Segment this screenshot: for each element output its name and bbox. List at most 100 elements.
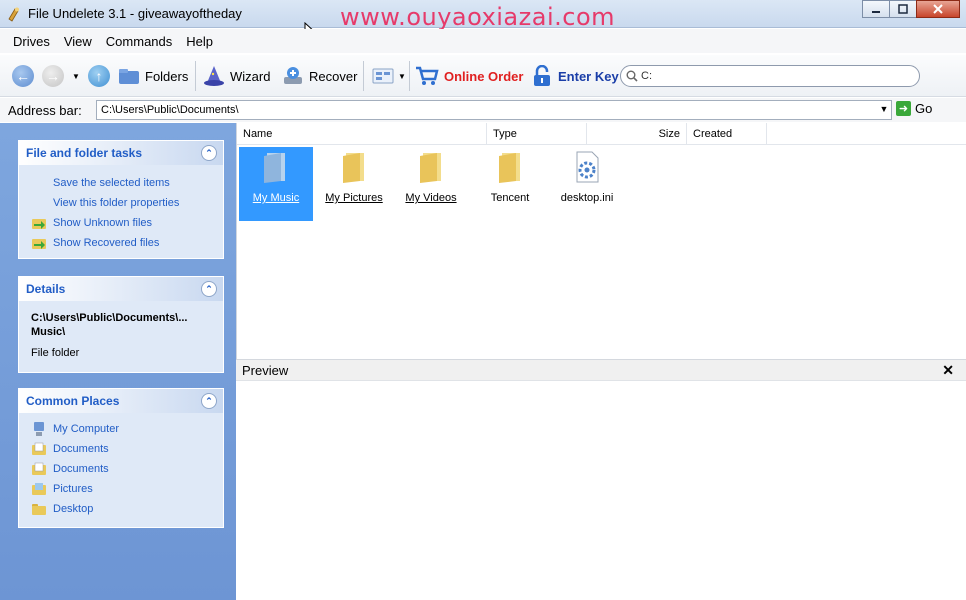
recover-label: Recover [309, 68, 358, 84]
preview-area [236, 381, 966, 600]
collapse-icon[interactable]: ⌃ [201, 145, 217, 161]
up-button[interactable]: ↑ [88, 63, 110, 89]
close-icon [933, 4, 943, 14]
file-item-tencent[interactable]: Tencent [473, 147, 547, 221]
menu-view[interactable]: View [57, 34, 99, 49]
chevron-down-icon: ▼ [72, 71, 80, 81]
shopping-cart-icon [416, 66, 439, 85]
menu-help[interactable]: Help [179, 34, 220, 49]
folder-icon [420, 153, 441, 183]
enter-key-button[interactable]: Enter Key [531, 63, 619, 89]
computer-icon [34, 422, 44, 436]
place-pictures[interactable]: Pictures [31, 479, 213, 499]
task-show-unknown[interactable]: Show Unknown files [31, 213, 213, 233]
preview-title: Preview [242, 363, 289, 378]
column-header: Name Type Size Created [237, 123, 966, 145]
wizard-hat-icon [204, 66, 224, 86]
history-dropdown[interactable]: ▼ [72, 63, 80, 89]
place-documents[interactable]: Documents [31, 459, 213, 479]
minimize-button[interactable] [862, 0, 890, 18]
tasks-panel-title: File and folder tasks [26, 146, 143, 160]
column-size[interactable]: Size [587, 123, 687, 145]
pictures-folder-icon [32, 483, 46, 495]
toolbar-separator [409, 61, 410, 91]
forward-button[interactable]: → [42, 63, 64, 89]
menu-drives[interactable]: Drives [6, 34, 57, 49]
details-panel: Details ⌃ C:\Users\Public\Documents\... … [18, 276, 224, 373]
window-controls [862, 0, 960, 20]
app-icon [8, 7, 19, 22]
back-button[interactable]: ← [12, 63, 34, 89]
title-bar: File Undelete 3.1 - giveawayoftheday www… [0, 0, 966, 31]
address-input[interactable]: C:\Users\Public\Documents\ [96, 100, 892, 120]
enter-key-label: Enter Key [558, 68, 619, 84]
file-name: My Videos [405, 192, 457, 204]
place-my-computer[interactable]: My Computer [31, 419, 213, 439]
tasks-panel-header[interactable]: File and folder tasks ⌃ [19, 141, 223, 165]
go-button[interactable]: ➜ Go [896, 101, 932, 116]
green-arrow-folder-icon [32, 239, 46, 249]
task-save-selected[interactable]: Save the selected items [31, 173, 213, 193]
task-pane: File and folder tasks ⌃ Save the selecte… [0, 123, 236, 600]
file-name: My Music [252, 192, 300, 204]
close-button[interactable] [916, 0, 960, 18]
watermark: www.ouyaoxiazai.com [340, 3, 615, 31]
places-panel: Common Places ⌃ My Computer Documents Do… [18, 388, 224, 528]
search-value: C: [641, 70, 652, 82]
maximize-button[interactable] [889, 0, 917, 18]
up-arrow-icon: ↑ [88, 65, 110, 87]
details-type: File folder [31, 347, 80, 359]
padlock-icon [534, 65, 550, 86]
places-panel-header[interactable]: Common Places ⌃ [19, 389, 223, 413]
file-item-my-music[interactable]: My Music [239, 147, 313, 221]
column-type[interactable]: Type [487, 123, 587, 145]
settings-file-icon [576, 151, 599, 183]
recover-icon [284, 67, 302, 84]
window-title: File Undelete 3.1 - giveawayoftheday [28, 6, 242, 21]
collapse-icon[interactable]: ⌃ [201, 281, 217, 297]
documents-folder-icon [32, 462, 46, 475]
collapse-icon[interactable]: ⌃ [201, 393, 217, 409]
search-input[interactable]: C: [620, 65, 920, 87]
menu-commands[interactable]: Commands [99, 34, 179, 49]
file-item-my-videos[interactable]: My Videos [394, 147, 468, 221]
details-panel-title: Details [26, 282, 66, 296]
maximize-icon [898, 4, 908, 14]
column-created[interactable]: Created [687, 123, 767, 145]
menu-bar: Drives View Commands Help [0, 29, 966, 53]
folder-icon [32, 504, 46, 515]
view-mode-icon [372, 68, 394, 84]
wizard-label: Wizard [230, 68, 271, 84]
chevron-down-icon: ▼ [398, 71, 406, 81]
online-order-button[interactable]: Online Order [415, 63, 523, 89]
preview-close-icon[interactable]: ✕ [942, 362, 954, 379]
task-view-properties[interactable]: View this folder properties [31, 193, 213, 213]
folders-icon [119, 69, 139, 84]
details-panel-header[interactable]: Details ⌃ [19, 277, 223, 301]
go-label: Go [915, 101, 933, 116]
back-arrow-icon: ← [12, 65, 34, 87]
file-name: desktop.ini [560, 192, 614, 204]
task-show-recovered[interactable]: Show Recovered files [31, 233, 213, 253]
green-arrow-folder-icon [32, 219, 46, 229]
tasks-panel: File and folder tasks ⌃ Save the selecte… [18, 140, 224, 259]
toolbar-separator [195, 61, 196, 91]
place-documents[interactable]: Documents [31, 439, 213, 459]
place-desktop[interactable]: Desktop [31, 499, 213, 519]
address-label: Address bar: [8, 103, 82, 118]
recover-button[interactable]: Recover [282, 63, 357, 89]
file-name: Tencent [490, 192, 530, 204]
places-panel-title: Common Places [26, 394, 120, 408]
column-name[interactable]: Name [237, 123, 487, 145]
file-list-pane: Name Type Size Created My Music My Pictu… [236, 123, 966, 359]
wizard-button[interactable]: Wizard [203, 63, 270, 89]
folders-label: Folders [145, 68, 189, 84]
folders-button[interactable]: Folders [118, 63, 188, 89]
toolbar-separator [363, 61, 364, 91]
file-item-my-pictures[interactable]: My Pictures [317, 147, 391, 221]
address-dropdown[interactable]: ▼ [878, 102, 890, 116]
view-mode-button[interactable]: ▼ [372, 63, 406, 89]
details-path: C:\Users\Public\Documents\... Music\ [31, 312, 188, 338]
file-item-desktop-ini[interactable]: desktop.ini [550, 147, 624, 221]
folder-icon [343, 153, 364, 183]
